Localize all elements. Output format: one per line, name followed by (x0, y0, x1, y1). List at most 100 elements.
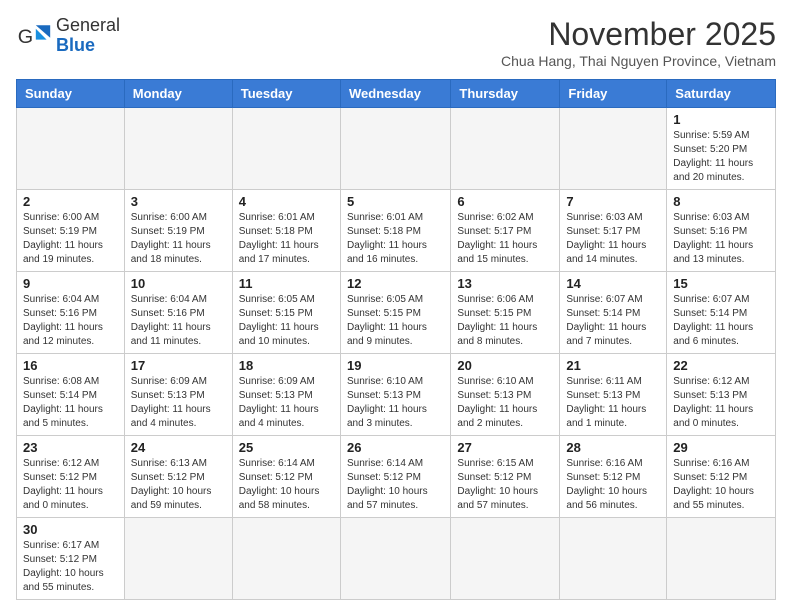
day-number: 21 (566, 358, 660, 373)
logo-general: General (56, 16, 120, 36)
day-number: 29 (673, 440, 769, 455)
day-number: 10 (131, 276, 226, 291)
day-info: Sunrise: 6:05 AM Sunset: 5:15 PM Dayligh… (239, 293, 334, 349)
location: Chua Hang, Thai Nguyen Province, Vietnam (501, 53, 776, 69)
day-info: Sunrise: 6:06 AM Sunset: 5:15 PM Dayligh… (457, 293, 553, 349)
day-number: 24 (131, 440, 226, 455)
calendar-cell: 3Sunrise: 6:00 AM Sunset: 5:19 PM Daylig… (124, 190, 232, 272)
day-number: 30 (23, 522, 118, 537)
calendar-cell: 29 Sunrise: 6:16 AM Sunset: 5:12 PM Dayli… (667, 436, 776, 518)
day-number: 18 (239, 358, 334, 373)
day-info: Sunrise: 6:10 AM Sunset: 5:13 PM Dayligh… (457, 375, 553, 431)
weekday-header-monday: Monday (124, 80, 232, 108)
calendar-cell: 14Sunrise: 6:07 AM Sunset: 5:14 PM Dayli… (560, 272, 667, 354)
day-info: Sunrise: 6:00 AM Sunset: 5:19 PM Dayligh… (23, 211, 118, 267)
day-number: 13 (457, 276, 553, 291)
day-info: Sunrise: 6:04 AM Sunset: 5:16 PM Dayligh… (131, 293, 226, 349)
calendar-cell (667, 518, 776, 600)
day-info: Sunrise: 6:01 AM Sunset: 5:18 PM Dayligh… (239, 211, 334, 267)
day-number: 27 (457, 440, 553, 455)
calendar-cell: 19 Sunrise: 6:10 AM Sunset: 5:13 PM Dayli… (340, 354, 450, 436)
calendar-cell (17, 108, 125, 190)
day-number: 19 (347, 358, 444, 373)
week-row-3: 9 Sunrise: 6:04 AM Sunset: 5:16 PM Daylig… (17, 272, 776, 354)
calendar-cell: 12Sunrise: 6:05 AM Sunset: 5:15 PM Dayli… (340, 272, 450, 354)
day-info: Sunrise: 6:11 AM Sunset: 5:13 PM Dayligh… (566, 375, 660, 431)
day-info: Sunrise: 6:07 AM Sunset: 5:14 PM Dayligh… (566, 293, 660, 349)
weekday-header-saturday: Saturday (667, 80, 776, 108)
calendar-cell: 10 Sunrise: 6:04 AM Sunset: 5:16 PM Dayli… (124, 272, 232, 354)
calendar-cell (232, 518, 340, 600)
calendar-cell: 2 Sunrise: 6:00 AM Sunset: 5:19 PM Daylig… (17, 190, 125, 272)
day-info: Sunrise: 6:16 AM Sunset: 5:12 PM Dayligh… (673, 457, 769, 513)
calendar-cell (451, 518, 560, 600)
day-info: Sunrise: 6:14 AM Sunset: 5:12 PM Dayligh… (239, 457, 334, 513)
day-info: Sunrise: 6:13 AM Sunset: 5:12 PM Dayligh… (131, 457, 226, 513)
logo-text: General Blue (56, 16, 120, 56)
calendar-cell: 28 Sunrise: 6:16 AM Sunset: 5:12 PM Dayli… (560, 436, 667, 518)
day-info: Sunrise: 6:07 AM Sunset: 5:14 PM Dayligh… (673, 293, 769, 349)
logo: G General Blue (16, 16, 120, 56)
day-info: Sunrise: 6:05 AM Sunset: 5:15 PM Dayligh… (347, 293, 444, 349)
calendar-cell: 4Sunrise: 6:01 AM Sunset: 5:18 PM Daylig… (232, 190, 340, 272)
day-info: Sunrise: 6:04 AM Sunset: 5:16 PM Dayligh… (23, 293, 118, 349)
calendar-cell: 25 Sunrise: 6:14 AM Sunset: 5:12 PM Dayli… (232, 436, 340, 518)
day-number: 2 (23, 194, 118, 209)
day-info: Sunrise: 6:08 AM Sunset: 5:14 PM Dayligh… (23, 375, 118, 431)
day-number: 7 (566, 194, 660, 209)
week-row-6: 30 Sunrise: 6:17 AM Sunset: 5:12 PM Dayli… (17, 518, 776, 600)
calendar-cell: 20 Sunrise: 6:10 AM Sunset: 5:13 PM Dayli… (451, 354, 560, 436)
day-info: Sunrise: 6:01 AM Sunset: 5:18 PM Dayligh… (347, 211, 444, 267)
weekday-header-tuesday: Tuesday (232, 80, 340, 108)
day-number: 11 (239, 276, 334, 291)
day-info: Sunrise: 6:12 AM Sunset: 5:12 PM Dayligh… (23, 457, 118, 513)
calendar-table: SundayMondayTuesdayWednesdayThursdayFrid… (16, 79, 776, 600)
calendar-cell (560, 108, 667, 190)
calendar-cell (451, 108, 560, 190)
day-number: 15 (673, 276, 769, 291)
day-info: Sunrise: 6:09 AM Sunset: 5:13 PM Dayligh… (131, 375, 226, 431)
svg-text:G: G (18, 26, 33, 48)
week-row-2: 2 Sunrise: 6:00 AM Sunset: 5:19 PM Daylig… (17, 190, 776, 272)
weekday-header-wednesday: Wednesday (340, 80, 450, 108)
logo-icon: G (16, 18, 52, 54)
calendar-cell (340, 518, 450, 600)
day-number: 6 (457, 194, 553, 209)
day-info: Sunrise: 6:12 AM Sunset: 5:13 PM Dayligh… (673, 375, 769, 431)
day-number: 26 (347, 440, 444, 455)
calendar-cell (560, 518, 667, 600)
header: G General Blue November 2025 Chua Hang, … (16, 16, 776, 69)
calendar-cell: 9 Sunrise: 6:04 AM Sunset: 5:16 PM Daylig… (17, 272, 125, 354)
day-info: Sunrise: 6:16 AM Sunset: 5:12 PM Dayligh… (566, 457, 660, 513)
weekday-header-friday: Friday (560, 80, 667, 108)
day-number: 23 (23, 440, 118, 455)
day-number: 5 (347, 194, 444, 209)
calendar-cell: 27Sunrise: 6:15 AM Sunset: 5:12 PM Dayli… (451, 436, 560, 518)
week-row-4: 16Sunrise: 6:08 AM Sunset: 5:14 PM Dayli… (17, 354, 776, 436)
month-title: November 2025 (501, 16, 776, 53)
calendar-cell: 11 Sunrise: 6:05 AM Sunset: 5:15 PM Dayli… (232, 272, 340, 354)
calendar-cell: 26Sunrise: 6:14 AM Sunset: 5:12 PM Dayli… (340, 436, 450, 518)
calendar-cell (124, 518, 232, 600)
week-row-5: 23 Sunrise: 6:12 AM Sunset: 5:12 PM Dayli… (17, 436, 776, 518)
day-info: Sunrise: 6:02 AM Sunset: 5:17 PM Dayligh… (457, 211, 553, 267)
calendar-cell: 5 Sunrise: 6:01 AM Sunset: 5:18 PM Daylig… (340, 190, 450, 272)
weekday-header-row: SundayMondayTuesdayWednesdayThursdayFrid… (17, 80, 776, 108)
day-number: 28 (566, 440, 660, 455)
day-info: Sunrise: 5:59 AM Sunset: 5:20 PM Dayligh… (673, 129, 769, 185)
calendar-cell: 22Sunrise: 6:12 AM Sunset: 5:13 PM Dayli… (667, 354, 776, 436)
day-number: 8 (673, 194, 769, 209)
day-number: 9 (23, 276, 118, 291)
day-info: Sunrise: 6:03 AM Sunset: 5:17 PM Dayligh… (566, 211, 660, 267)
calendar-cell: 7 Sunrise: 6:03 AM Sunset: 5:17 PM Daylig… (560, 190, 667, 272)
calendar-cell: 8Sunrise: 6:03 AM Sunset: 5:16 PM Daylig… (667, 190, 776, 272)
day-number: 20 (457, 358, 553, 373)
calendar-cell: 18Sunrise: 6:09 AM Sunset: 5:13 PM Dayli… (232, 354, 340, 436)
day-info: Sunrise: 6:00 AM Sunset: 5:19 PM Dayligh… (131, 211, 226, 267)
calendar-cell: 6 Sunrise: 6:02 AM Sunset: 5:17 PM Daylig… (451, 190, 560, 272)
day-info: Sunrise: 6:17 AM Sunset: 5:12 PM Dayligh… (23, 539, 118, 595)
title-area: November 2025 Chua Hang, Thai Nguyen Pro… (501, 16, 776, 69)
day-number: 25 (239, 440, 334, 455)
calendar-cell: 16Sunrise: 6:08 AM Sunset: 5:14 PM Dayli… (17, 354, 125, 436)
day-info: Sunrise: 6:10 AM Sunset: 5:13 PM Dayligh… (347, 375, 444, 431)
